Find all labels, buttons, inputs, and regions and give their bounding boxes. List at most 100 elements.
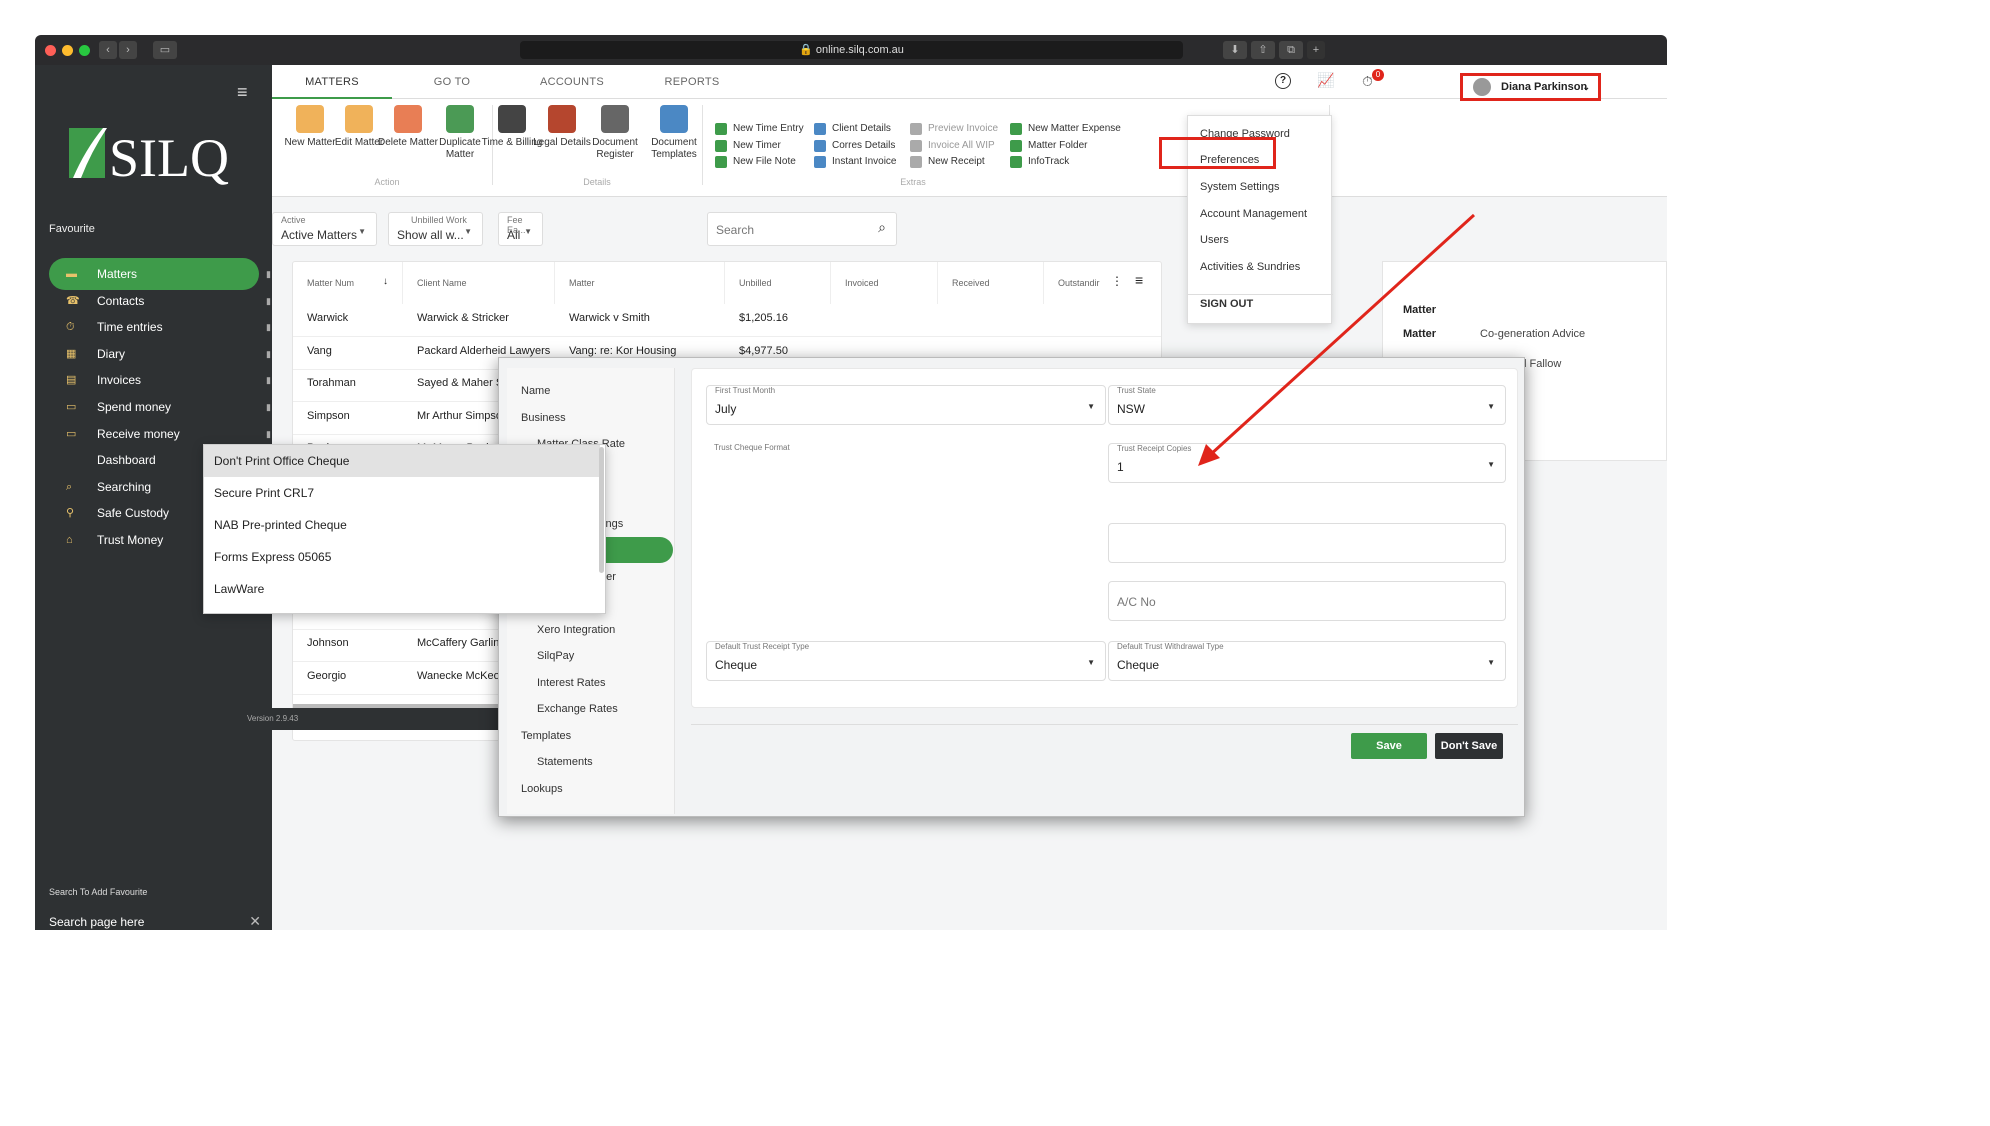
tab-accounts[interactable]: ACCOUNTS — [512, 65, 632, 99]
menu-item-activities-sundries[interactable]: Activities & Sundries — [1200, 261, 1300, 273]
matter-folder-button[interactable]: Matter Folder — [1010, 138, 1087, 154]
settings-nav-business[interactable]: Business — [521, 405, 566, 431]
details-group-label: Details — [583, 177, 611, 187]
document-register-label: Document Register — [592, 137, 638, 160]
settings-nav-interest-rates[interactable]: Interest Rates — [537, 670, 605, 696]
user-menu-button[interactable]: Diana Parkinson ⌄ — [1460, 73, 1601, 101]
invoice-all-wip-button[interactable]: Invoice All WIP — [910, 138, 995, 154]
search-icon: ⌕ — [878, 219, 886, 235]
logo-text: SILQ — [109, 128, 229, 188]
hamburger-menu-icon[interactable]: ≡ — [237, 83, 248, 101]
cheque-format-option[interactable]: Secure Print CRL7 — [204, 477, 600, 509]
trust-field-blank[interactable] — [1108, 523, 1506, 563]
settings-nav-exchange-rates[interactable]: Exchange Rates — [537, 696, 618, 722]
dont-save-button[interactable]: Don't Save — [1435, 733, 1503, 759]
forward-icon[interactable]: › — [119, 41, 137, 59]
settings-nav-name[interactable]: Name — [521, 378, 550, 404]
preview-invoice-label: Preview Invoice — [928, 123, 999, 134]
column-menu-icon[interactable]: ≡ — [1135, 272, 1143, 288]
column-options-icon[interactable]: ⋮ — [1111, 274, 1123, 288]
table-row[interactable]: Warwick Warwick & Stricker Warwick v Smith… — [293, 304, 1161, 337]
column-header[interactable]: Outstandir — [1044, 262, 1161, 304]
settings-nav-lookups[interactable]: Lookups — [521, 776, 563, 802]
sort-down-icon[interactable]: ↓ — [383, 276, 388, 287]
column-header[interactable]: Client Name — [403, 262, 555, 304]
close-window-icon[interactable] — [45, 45, 56, 56]
ac-no-field[interactable]: A/C No — [1108, 581, 1506, 621]
cheque-format-option[interactable]: LawWare — [204, 573, 600, 605]
settings-nav-xero-integration[interactable]: Xero Integration — [537, 617, 615, 643]
trust-state-select[interactable]: Trust State NSW ▼ — [1108, 385, 1506, 425]
chevron-down-icon: ▼ — [1487, 658, 1495, 667]
menu-item-account-management[interactable]: Account Management — [1200, 208, 1307, 220]
user-name: Diana Parkinson — [1501, 81, 1588, 93]
trust-money-icon: ⌂ — [66, 534, 73, 546]
clear-search-icon[interactable]: ✕ — [249, 913, 261, 930]
settings-nav-templates[interactable]: Templates — [521, 723, 571, 749]
menu-item-users[interactable]: Users — [1200, 234, 1229, 246]
cheque-format-option[interactable]: NAB Pre-printed Cheque — [204, 509, 600, 541]
tabs-icon[interactable]: ⧉ — [1279, 41, 1303, 59]
column-header[interactable]: Received — [938, 262, 1044, 304]
menu-item-system-settings[interactable]: System Settings — [1200, 181, 1279, 193]
duplicate-matter-label: Duplicate Matter — [439, 137, 481, 160]
share-icon[interactable]: ⇧ — [1251, 41, 1275, 59]
help-icon[interactable]: ? — [1275, 73, 1291, 89]
column-header[interactable]: Unbilled — [725, 262, 831, 304]
active-filter-select[interactable]: Active Active Matters ▼ — [272, 212, 377, 246]
search-page-input[interactable]: Search page here ✕ — [49, 913, 261, 930]
new-receipt-button[interactable]: New Receipt — [910, 154, 985, 170]
infotrack-button[interactable]: InfoTrack — [1010, 154, 1069, 170]
sidebar-item-label: Spend money — [97, 400, 172, 414]
unbilled-filter-value: Show all w... — [397, 228, 464, 242]
tab-matters[interactable]: MATTERS — [272, 65, 392, 99]
trust-receipt-copies-select[interactable]: Trust Receipt Copies 1 ▼ — [1108, 443, 1506, 483]
maximize-window-icon[interactable] — [79, 45, 90, 56]
unbilled-filter-select[interactable]: Unbilled Work Show all w... ▼ — [388, 212, 483, 246]
ribbon-toolbar: New Matter Edit Matter Delete Matter Dup… — [272, 99, 1667, 197]
default-trust-withdrawal-type-select[interactable]: Default Trust Withdrawal Type Cheque ▼ — [1108, 641, 1506, 681]
search-input[interactable]: Search ⌕ — [707, 212, 897, 246]
first-trust-month-select[interactable]: First Trust Month July ▼ — [706, 385, 1106, 425]
save-button[interactable]: Save — [1351, 733, 1427, 759]
settings-nav-silqpay[interactable]: SilqPay — [537, 643, 574, 669]
new-file-note-button[interactable]: New File Note — [715, 154, 796, 170]
new-receipt-label: New Receipt — [928, 156, 985, 167]
chevron-down-icon: ⌄ — [1582, 82, 1590, 92]
new-timer-button[interactable]: New Timer — [715, 138, 781, 154]
fee-earner-filter-select[interactable]: Fee Ea... All ▼ — [498, 212, 543, 246]
dropdown-scrollbar[interactable] — [599, 447, 604, 573]
client-details-button[interactable]: Client Details — [814, 121, 891, 137]
extras-group-label: Extras — [900, 177, 926, 187]
cheque-format-option[interactable]: Forms Express 05065 — [204, 541, 600, 573]
chart-icon[interactable]: 📈 — [1317, 72, 1334, 89]
new-time-entry-label: New Time Entry — [733, 123, 804, 134]
settings-nav-statements[interactable]: Statements — [537, 749, 593, 775]
preview-invoice-button[interactable]: Preview Invoice — [910, 121, 998, 137]
default-trust-receipt-type-select[interactable]: Default Trust Receipt Type Cheque ▼ — [706, 641, 1106, 681]
download-icon[interactable]: ⬇ — [1223, 41, 1247, 59]
new-time-entry-icon — [715, 123, 727, 135]
document-templates-button[interactable]: Document Templates — [642, 105, 706, 161]
chevron-down-icon: ▼ — [1487, 460, 1495, 469]
menu-item-sign-out[interactable]: SIGN OUT — [1200, 298, 1253, 310]
new-matter-expense-button[interactable]: New Matter Expense — [1010, 121, 1121, 137]
back-icon[interactable]: ‹ — [99, 41, 117, 59]
instant-invoice-button[interactable]: Instant Invoice — [814, 154, 896, 170]
cheque-format-option[interactable]: Don't Print Office Cheque — [204, 445, 600, 477]
sidebar-item-label: Diary — [97, 346, 126, 361]
column-header[interactable]: Matter — [555, 262, 725, 304]
minimize-window-icon[interactable] — [62, 45, 73, 56]
new-time-entry-button[interactable]: New Time Entry — [715, 121, 804, 137]
default-trust-receipt-type-label: Default Trust Receipt Type — [715, 642, 810, 651]
url-bar[interactable]: 🔒 online.silq.com.au — [520, 41, 1183, 59]
top-tabs: MATTERS GO TO ACCOUNTS REPORTS ? 📈 ⏱ 0 — [272, 65, 1667, 99]
corres-details-button[interactable]: Corres Details — [814, 138, 895, 154]
new-tab-icon[interactable]: + — [1307, 41, 1325, 59]
column-header[interactable]: Invoiced — [831, 262, 938, 304]
document-register-button[interactable]: Document Register — [583, 105, 647, 161]
trust-cheque-format-select[interactable]: Trust Cheque Format — [706, 443, 1106, 483]
tab-go-to[interactable]: GO TO — [392, 65, 512, 99]
tab-reports[interactable]: REPORTS — [632, 65, 752, 99]
sidebar-toggle-icon[interactable]: ▭ — [153, 41, 177, 59]
